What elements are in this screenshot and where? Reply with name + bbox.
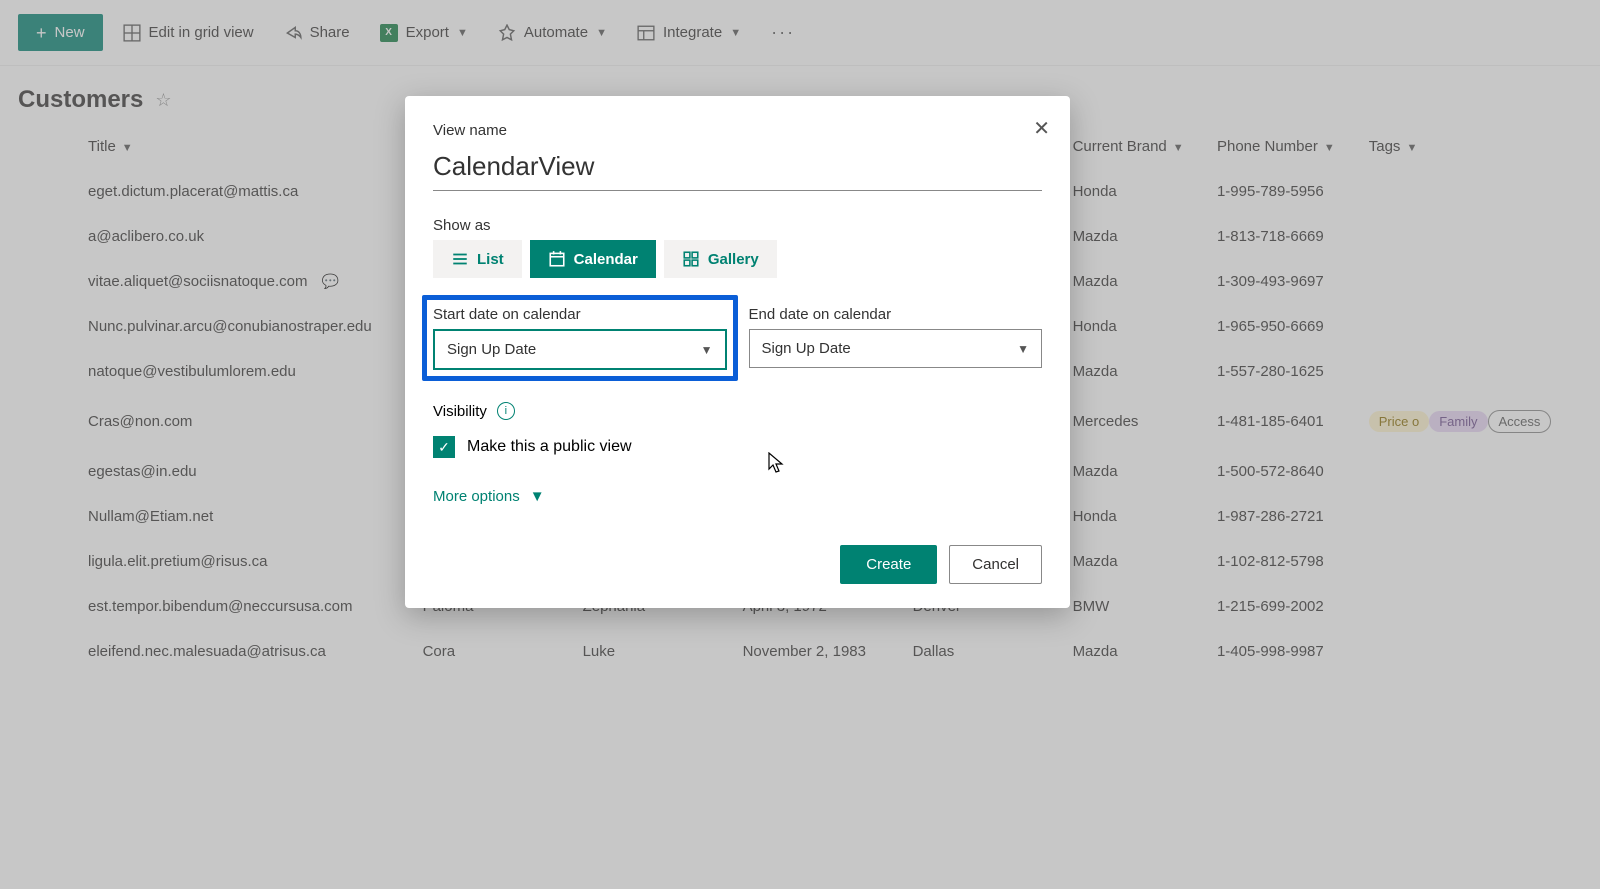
gallery-icon [682,250,700,268]
chevron-down-icon: ▼ [530,488,545,505]
end-date-select[interactable]: Sign Up Date ▼ [749,329,1043,368]
visibility-label: Visibility [433,403,487,420]
show-as-gallery-button[interactable]: Gallery [664,240,777,278]
check-icon: ✓ [438,439,450,456]
show-as-list-button[interactable]: List [433,240,522,278]
list-icon [451,250,469,268]
create-view-dialog: ✕ View name Show as List Calendar Galler… [405,96,1070,608]
cancel-button[interactable]: Cancel [949,545,1042,584]
close-icon: ✕ [1033,118,1050,140]
calendar-icon [548,250,566,268]
close-button[interactable]: ✕ [1033,116,1050,141]
chevron-down-icon: ▼ [1017,342,1029,356]
show-as-calendar-button[interactable]: Calendar [530,240,656,278]
start-date-select[interactable]: Sign Up Date ▼ [433,329,727,370]
view-name-label: View name [433,122,1042,139]
show-as-label: Show as [433,217,1042,234]
end-date-label: End date on calendar [749,306,1043,323]
start-date-label: Start date on calendar [433,306,727,323]
view-name-input[interactable] [433,145,1042,191]
start-date-highlight: Start date on calendar Sign Up Date ▼ [422,295,738,381]
public-view-label: Make this a public view [467,438,632,456]
chevron-down-icon: ▼ [701,343,713,357]
public-view-checkbox[interactable]: ✓ [433,436,455,458]
info-icon[interactable]: i [497,402,515,420]
more-options-toggle[interactable]: More options ▼ [433,488,1042,505]
create-button[interactable]: Create [840,545,937,584]
